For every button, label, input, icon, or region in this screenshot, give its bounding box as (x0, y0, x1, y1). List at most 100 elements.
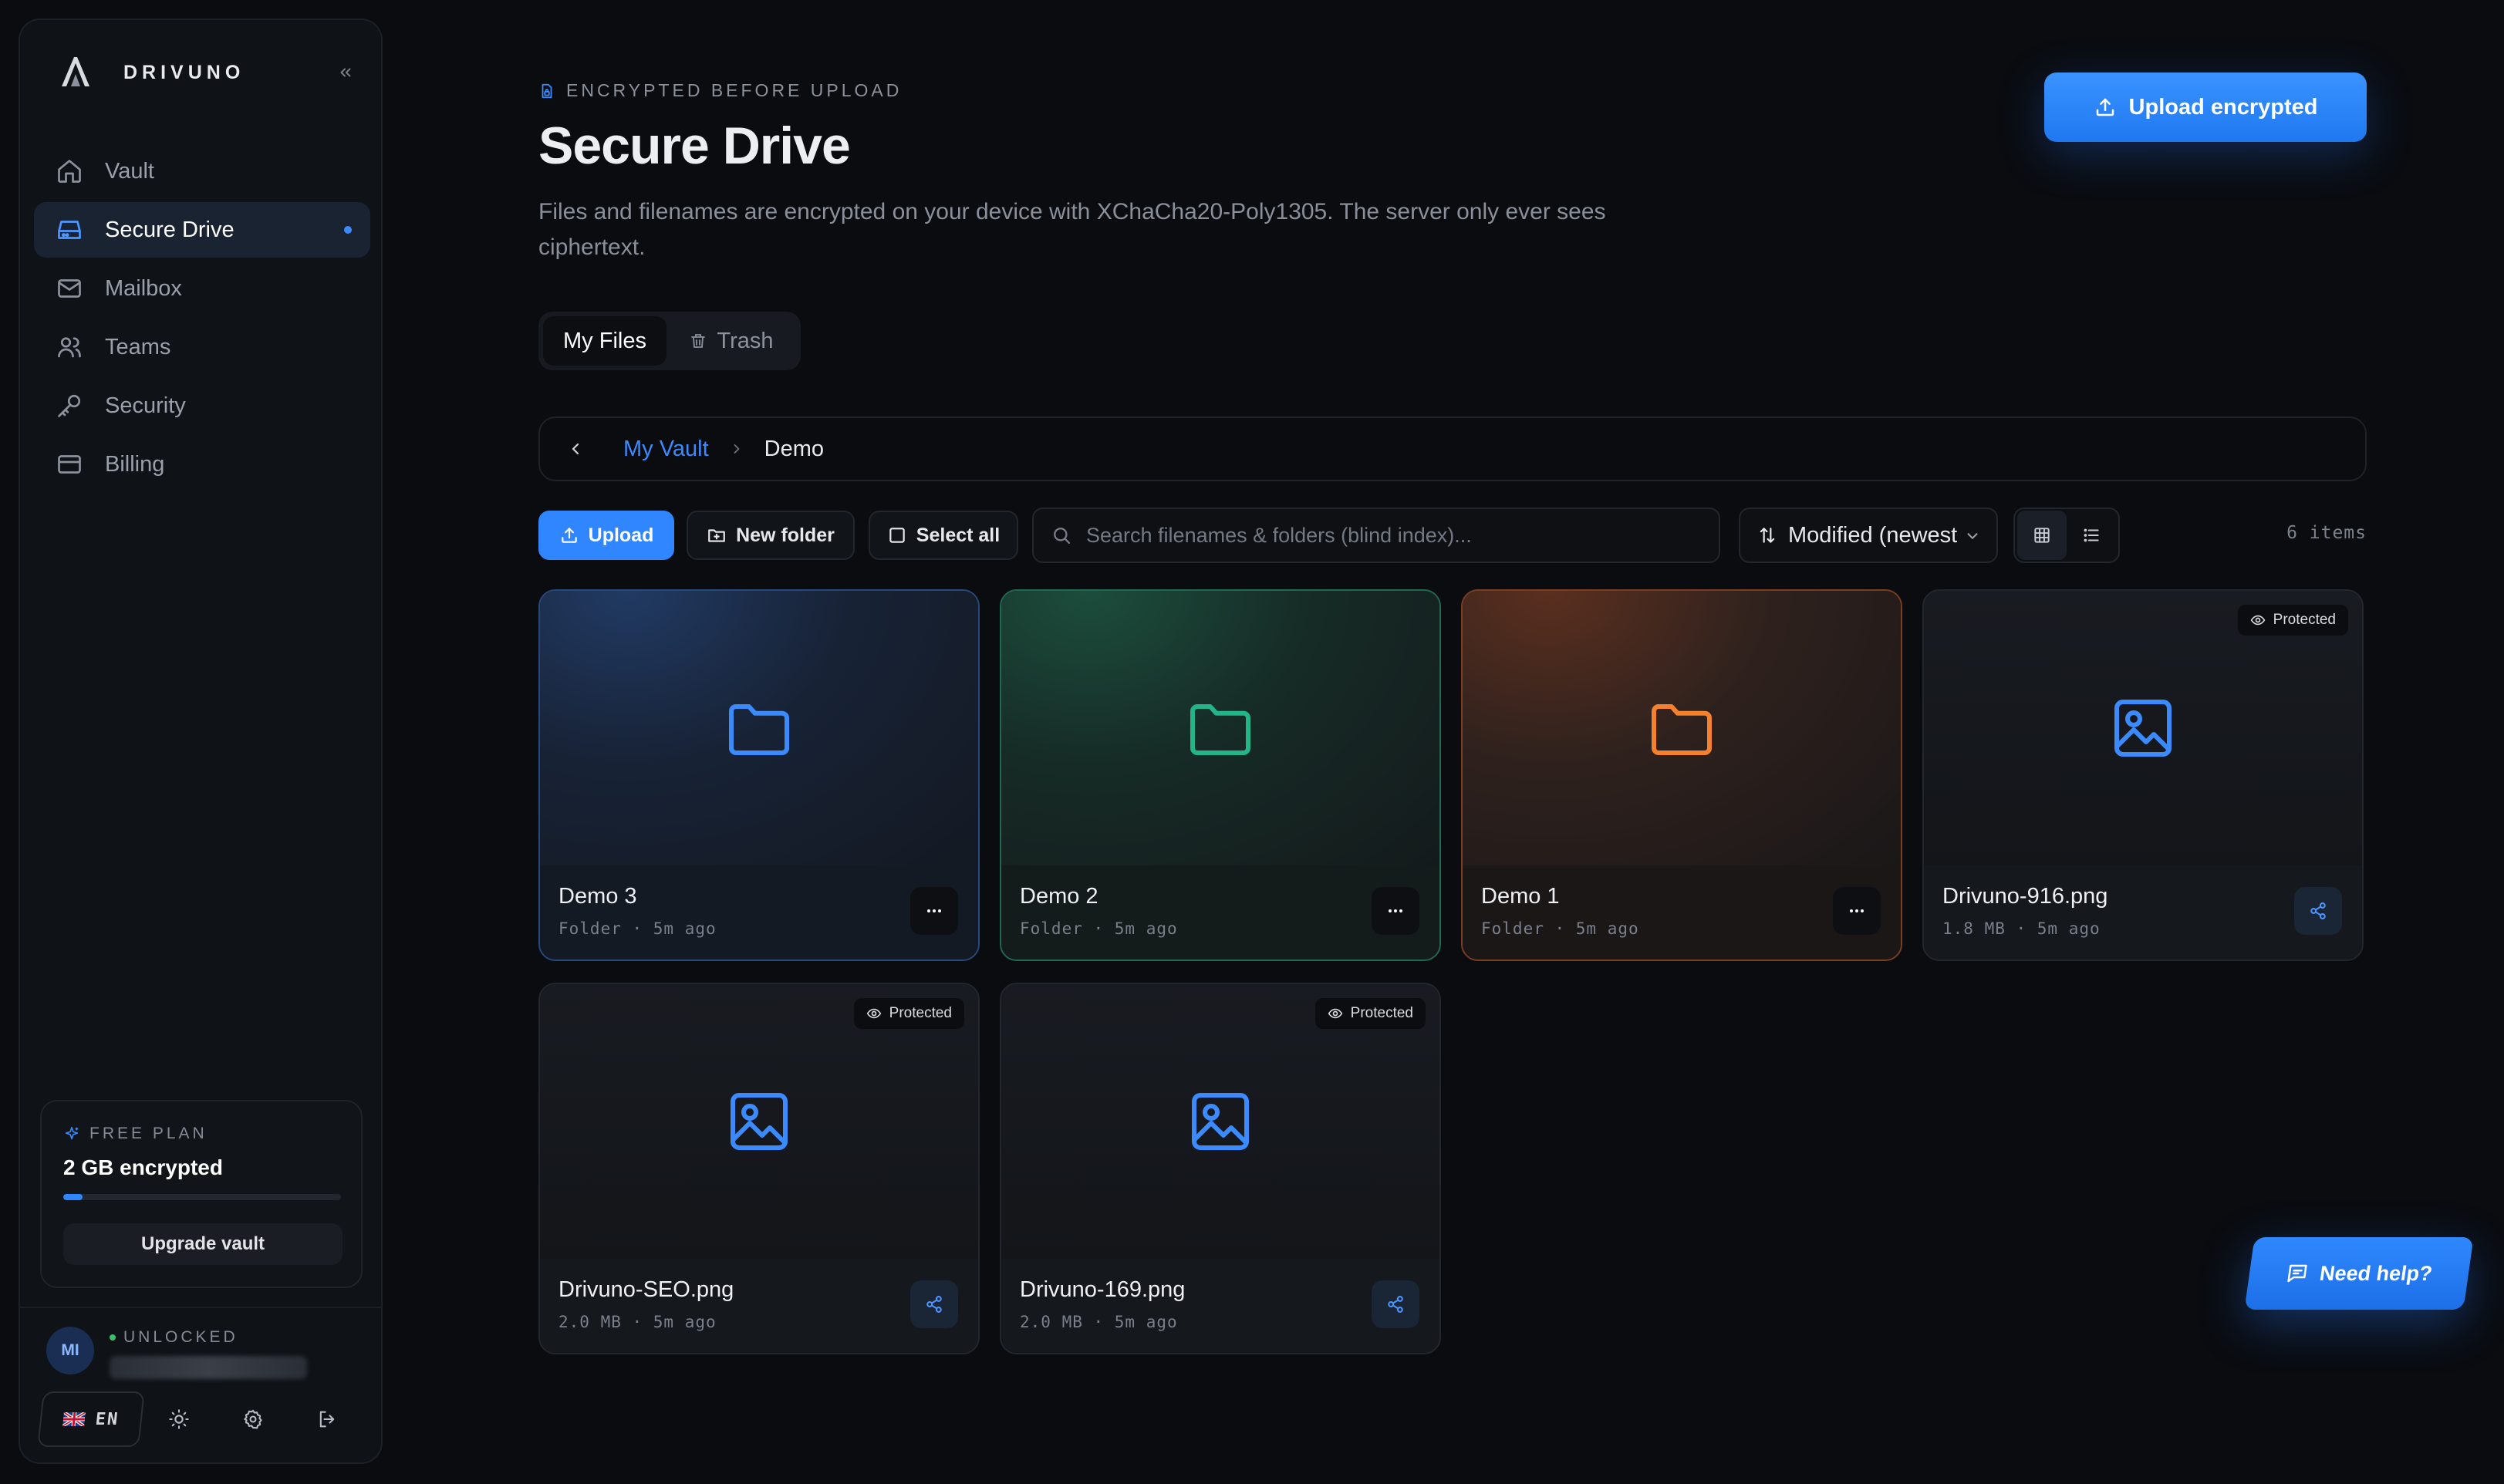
unlock-status: UNLOCKED (110, 1328, 238, 1347)
more-options-icon[interactable] (910, 887, 958, 935)
divider (20, 1307, 381, 1308)
grid-view-icon[interactable] (2017, 511, 2067, 560)
sidebar-item-label: Security (105, 393, 186, 418)
settings-gear-icon[interactable] (216, 1391, 290, 1447)
avatar[interactable]: MI (46, 1327, 94, 1374)
need-help-button[interactable]: Need help? (2244, 1237, 2474, 1310)
storage-progress-bar (63, 1194, 341, 1200)
collapse-sidebar-icon[interactable] (329, 56, 363, 89)
sidebar-item-label: Vault (105, 158, 154, 184)
image-icon (1192, 1093, 1249, 1150)
folder-plus-icon (708, 529, 725, 542)
sidebar-item-secure-drive[interactable]: Secure Drive (34, 202, 370, 258)
folder-card[interactable]: Demo 2 Folder · 5m ago (1000, 589, 1441, 961)
sort-arrows-icon (1760, 528, 1775, 543)
chevron-down-icon (1967, 533, 1978, 539)
tab-my-files[interactable]: My Files (543, 316, 666, 366)
items-count: 6 items (2286, 523, 2367, 543)
breadcrumb-my-vault[interactable]: My Vault (623, 437, 709, 462)
share-icon[interactable] (1372, 1280, 1419, 1328)
language-selector[interactable]: EN (37, 1391, 145, 1447)
brand-name: DRIVUNO (123, 61, 245, 83)
breadcrumb: My Vault Demo (538, 417, 2367, 481)
share-icon[interactable] (2294, 887, 2342, 935)
breadcrumb-chevron-icon (729, 441, 744, 457)
card-preview (1463, 591, 1901, 865)
sidebar-item-security[interactable]: Security (34, 378, 370, 433)
card-meta: 2.0 MB · 5m ago (1020, 1313, 1178, 1331)
sort-value: Modified (newest first) (1788, 522, 1962, 548)
eye-icon (866, 1008, 881, 1019)
trash-icon (691, 334, 706, 348)
tab-trash[interactable]: Trash (666, 316, 796, 366)
folder-card[interactable]: Demo 1 Folder · 5m ago (1461, 589, 1902, 961)
logout-icon[interactable] (290, 1391, 364, 1447)
mail-icon (58, 279, 81, 298)
upload-button[interactable]: Upload (538, 511, 674, 560)
card-meta: Folder · 5m ago (559, 919, 717, 938)
sidebar-item-label: Billing (105, 451, 165, 477)
drive-icon (58, 221, 81, 239)
sidebar-item-teams[interactable]: Teams (34, 319, 370, 375)
sidebar-item-mailbox[interactable]: Mailbox (34, 261, 370, 316)
file-card[interactable]: Protected Drivuno-169.png 2.0 MB · 5m ag… (1000, 983, 1441, 1354)
upgrade-vault-button[interactable]: Upgrade vault (63, 1223, 343, 1265)
folder-icon (1652, 704, 1712, 755)
sidebar: DRIVUNO Vault Secure Drive Mailbox Teams… (19, 19, 383, 1464)
card-preview: Protected (1924, 591, 2362, 865)
encrypted-file-icon (542, 83, 552, 98)
search-icon (1054, 528, 1071, 545)
card-meta: Folder · 5m ago (1481, 919, 1639, 938)
chat-icon (2287, 1264, 2307, 1283)
share-icon[interactable] (910, 1280, 958, 1328)
image-icon (731, 1093, 788, 1150)
search-field[interactable] (1032, 508, 1720, 563)
card-name: Drivuno-169.png (1020, 1277, 1186, 1302)
card-preview (540, 591, 978, 865)
credit-card-icon (58, 455, 81, 474)
plan-storage: 2 GB encrypted (63, 1155, 223, 1179)
card-preview (1001, 591, 1439, 865)
more-options-icon[interactable] (1833, 887, 1881, 935)
sidebar-item-vault[interactable]: Vault (34, 143, 370, 199)
card-info: Drivuno-SEO.png 2.0 MB · 5m ago (540, 1259, 978, 1353)
users-icon (58, 337, 81, 358)
list-view-icon[interactable] (2067, 511, 2116, 560)
view-toggle (2013, 508, 2120, 563)
brand[interactable]: DRIVUNO (54, 51, 363, 94)
new-folder-button[interactable]: New folder (687, 511, 855, 560)
more-options-icon[interactable] (1372, 887, 1419, 935)
card-preview: Protected (1001, 984, 1439, 1259)
upload-icon (561, 528, 577, 543)
page-description: Files and filenames are encrypted on you… (538, 199, 1606, 260)
folder-card[interactable]: Demo 3 Folder · 5m ago (538, 589, 980, 961)
upload-encrypted-button[interactable]: Upload encrypted (2044, 73, 2367, 142)
back-chevron-icon[interactable] (559, 432, 592, 466)
sparkle-icon (65, 1126, 79, 1140)
sidebar-nav: Vault Secure Drive Mailbox Teams Securit… (34, 143, 370, 495)
card-info: Demo 1 Folder · 5m ago (1463, 865, 1901, 960)
image-icon (2114, 700, 2172, 757)
sort-select[interactable]: Modified (newest first) (1739, 508, 1998, 563)
active-indicator (344, 226, 352, 234)
protected-badge: Protected (853, 998, 964, 1029)
theme-toggle-icon[interactable] (142, 1391, 216, 1447)
sidebar-item-billing[interactable]: Billing (34, 437, 370, 492)
card-meta: Folder · 5m ago (1020, 919, 1178, 938)
protected-badge: Protected (1314, 998, 1426, 1029)
plan-label: FREE PLAN (63, 1125, 208, 1143)
eyebrow: ENCRYPTED BEFORE UPLOAD (538, 80, 902, 101)
eye-icon (1328, 1008, 1342, 1019)
eye-icon (2250, 615, 2265, 626)
status-dot (110, 1334, 116, 1341)
file-card[interactable]: Protected Drivuno-916.png 1.8 MB · 5m ag… (1922, 589, 2364, 961)
folder-icon (729, 704, 789, 755)
file-toolbar: Upload New folder Select all Modified (n… (538, 508, 2367, 563)
search-input[interactable] (1086, 523, 1688, 548)
card-name: Demo 3 (559, 884, 637, 909)
page-title: Secure Drive (538, 116, 851, 175)
folder-icon (1190, 704, 1250, 755)
select-all-button[interactable]: Select all (869, 511, 1018, 560)
file-card[interactable]: Protected Drivuno-SEO.png 2.0 MB · 5m ag… (538, 983, 980, 1354)
card-info: Demo 2 Folder · 5m ago (1001, 865, 1439, 960)
